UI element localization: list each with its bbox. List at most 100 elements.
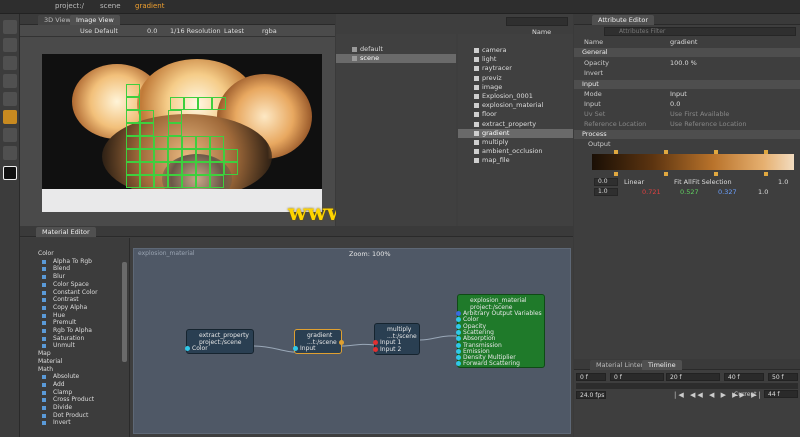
list-item[interactable]: Cross Product	[20, 396, 129, 404]
port-dot[interactable]	[456, 361, 461, 367]
brush-tool-icon[interactable]	[3, 92, 17, 106]
name-field[interactable]: gradient	[670, 38, 697, 47]
list-item[interactable]: Dot Product	[20, 412, 129, 420]
list-item[interactable]: Copy Alpha	[20, 304, 129, 312]
gradient-ramp[interactable]	[592, 154, 794, 170]
exposure-field[interactable]: 0.0	[147, 27, 157, 35]
list-item[interactable]: Hue	[20, 312, 129, 320]
right-value-field[interactable]: 1.0	[778, 178, 788, 187]
list-item[interactable]: Divide	[20, 404, 129, 412]
pen-tool-icon[interactable]	[3, 146, 17, 160]
category-item[interactable]: Material	[20, 358, 129, 366]
gradient-stop-handle[interactable]	[714, 172, 718, 176]
list-item[interactable]: light	[458, 55, 573, 64]
attribute-filter-input[interactable]: Attributes Filter	[604, 27, 796, 36]
end-frame-field[interactable]: 50 f	[768, 373, 798, 381]
paint-tool-icon[interactable]	[3, 110, 17, 124]
port-dot[interactable]	[456, 311, 461, 316]
extract-property-node[interactable]: extract_property project:/scene Color	[185, 329, 254, 354]
gradient-stop-handle[interactable]	[614, 172, 618, 176]
color-swatch-icon[interactable]	[3, 166, 17, 180]
list-item[interactable]: explosion_material	[458, 101, 573, 110]
list-item[interactable]: Premult	[20, 319, 129, 327]
list-item[interactable]: Contrast	[20, 296, 129, 304]
list-item[interactable]: ambient_occlusion	[458, 147, 573, 156]
range-mid-field[interactable]: 20 f	[666, 373, 720, 381]
list-item[interactable]: extract_property	[458, 120, 573, 129]
section-process[interactable]: Process	[574, 130, 800, 139]
list-item[interactable]: Rgb To Alpha	[20, 327, 129, 335]
breadcrumb-scene[interactable]: scene	[100, 2, 121, 10]
tab-material-editor[interactable]: Material Editor	[36, 227, 96, 237]
section-input[interactable]: Input	[574, 80, 800, 89]
image-viewport[interactable]	[42, 54, 322, 212]
version-select[interactable]: Latest	[224, 27, 244, 35]
tab-image-view[interactable]: Image View	[70, 15, 120, 25]
list-item[interactable]: previz	[458, 74, 573, 83]
list-item[interactable]: scene	[336, 54, 456, 63]
fit-selection-button[interactable]: Fit Selection	[692, 178, 732, 187]
scene-search-input[interactable]	[506, 17, 568, 26]
list-item[interactable]: image	[458, 83, 573, 92]
node-graph-canvas[interactable]: explosion_material Zoom: 100% extract_pr…	[133, 248, 571, 434]
list-item[interactable]: default	[336, 45, 456, 54]
gradient-node[interactable]: gradient ...t:/scene Input	[293, 329, 344, 354]
tab-material-linter[interactable]: Material Linter	[590, 360, 650, 370]
port-dot[interactable]	[456, 355, 461, 361]
gradient-stop-handle[interactable]	[664, 172, 668, 176]
port-dot[interactable]	[456, 336, 461, 342]
multiply-node[interactable]: multiply ...t:/scene Input 1 Input 2	[373, 323, 420, 355]
red-value[interactable]: 0.721	[642, 188, 661, 197]
section-general[interactable]: General	[574, 48, 800, 57]
port-dot[interactable]	[456, 342, 461, 348]
list-item[interactable]: floor	[458, 110, 573, 119]
list-item[interactable]: Absolute	[20, 373, 129, 381]
uvset-select[interactable]: Use First Available	[670, 110, 729, 119]
list-item[interactable]: Explosion_0001	[458, 92, 573, 101]
category-item[interactable]: Color	[20, 250, 129, 258]
current-frame-field[interactable]: 44 f	[764, 390, 798, 398]
opacity-field[interactable]: 100.0 %	[670, 59, 697, 68]
list-item[interactable]: Blur	[20, 273, 129, 281]
range-mid2-field[interactable]: 40 f	[724, 373, 764, 381]
list-item[interactable]: Invert	[20, 419, 129, 427]
port-dot[interactable]	[456, 329, 461, 335]
reference-select[interactable]: Use Reference Location	[670, 120, 747, 129]
list-item[interactable]: Unmult	[20, 342, 129, 350]
resolution-select[interactable]: 1/16 Resolution	[170, 27, 221, 35]
input-field[interactable]: 0.0	[670, 100, 680, 109]
breadcrumb-gradient[interactable]: gradient	[135, 2, 165, 10]
list-item[interactable]: Saturation	[20, 335, 129, 343]
port-dot[interactable]	[456, 317, 461, 323]
start-frame-field[interactable]: 0 f	[576, 373, 606, 381]
list-item[interactable]: Color Space	[20, 281, 129, 289]
select-tool-icon[interactable]	[3, 20, 17, 34]
category-item[interactable]: Map	[20, 350, 129, 358]
list-item[interactable]: gradient	[458, 128, 573, 138]
alpha-position-field[interactable]: 1.0	[594, 188, 618, 196]
list-item[interactable]: Add	[20, 381, 129, 389]
pointer-tool-icon[interactable]	[3, 128, 17, 142]
list-item[interactable]: map_file	[458, 156, 573, 165]
range-start-field[interactable]: 0 f	[610, 373, 664, 381]
port-dot[interactable]	[456, 323, 461, 329]
tab-timeline[interactable]: Timeline	[642, 360, 682, 370]
list-item[interactable]: Clamp	[20, 389, 129, 397]
list-item[interactable]: Constant Color	[20, 289, 129, 297]
fps-field[interactable]: 24.0 fps	[576, 391, 606, 399]
alpha-value[interactable]: 1.0	[758, 188, 768, 197]
timeline-scrubber[interactable]	[576, 383, 798, 389]
breadcrumb-project[interactable]: project:/	[55, 2, 84, 10]
list-item[interactable]: Blend	[20, 265, 129, 273]
gradient-stop-handle[interactable]	[764, 172, 768, 176]
list-item[interactable]: multiply	[458, 138, 573, 147]
tab-attribute-editor[interactable]: Attribute Editor	[592, 15, 655, 25]
mode-select[interactable]: Input	[670, 90, 687, 99]
list-item[interactable]: Alpha To Rgb	[20, 258, 129, 266]
interpolation-select[interactable]: Linear	[624, 178, 644, 187]
scale-tool-icon[interactable]	[3, 74, 17, 88]
green-value[interactable]: 0.527	[680, 188, 699, 197]
port-dot[interactable]	[456, 348, 461, 354]
position-field[interactable]: 0.0	[594, 178, 618, 186]
channels-select[interactable]: rgba	[262, 27, 277, 35]
